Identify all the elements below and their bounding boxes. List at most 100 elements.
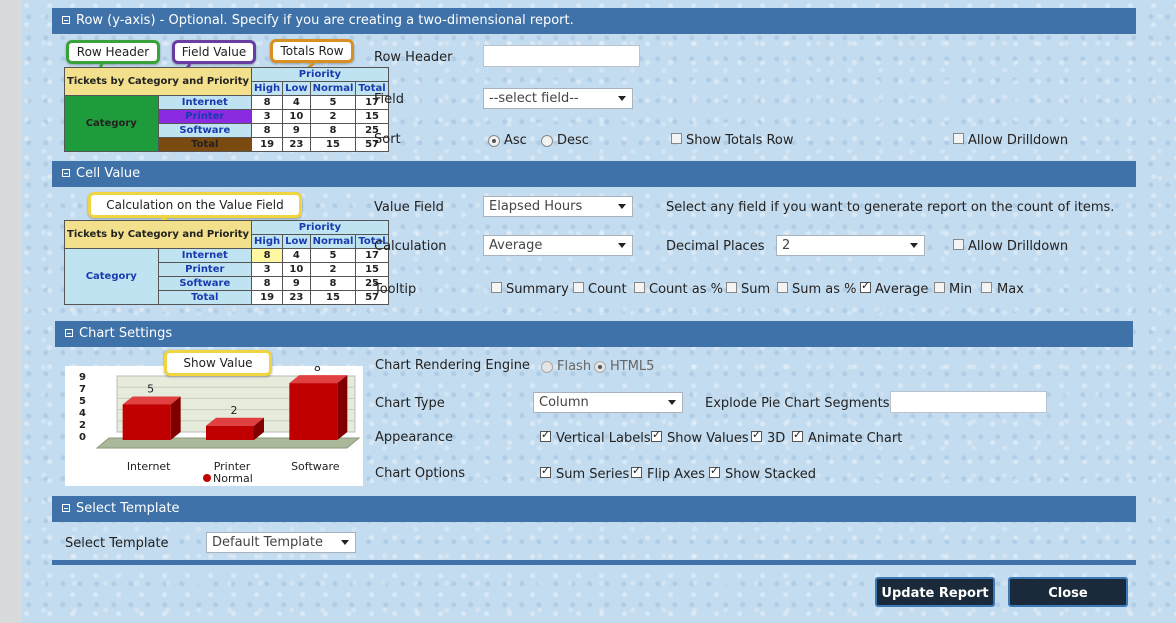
chart-options-label: Chart Options xyxy=(375,466,466,481)
show-stacked-label: Show Stacked xyxy=(725,467,816,482)
tooltip-max-label: Max xyxy=(997,282,1024,297)
section-divider xyxy=(52,560,1136,565)
cell-example-table: Tickets by Category and Priority Priorit… xyxy=(63,220,389,305)
template-section-header[interactable]: Select Template xyxy=(52,496,1136,522)
tooltip-label: Tooltip xyxy=(374,282,417,297)
row-header-input[interactable] xyxy=(483,45,640,67)
explode-pie-label: Explode Pie Chart Segments xyxy=(705,396,890,411)
bar-top xyxy=(122,396,181,405)
engine-flash-label: Flash xyxy=(557,359,592,374)
legend-label: Normal xyxy=(213,472,253,485)
bar xyxy=(289,383,338,440)
tooltip-sum-pct-checkbox[interactable] xyxy=(777,282,788,293)
flip-axes-label: Flip Axes xyxy=(647,467,706,482)
tooltip-summary-checkbox[interactable] xyxy=(491,282,502,293)
tooltip-sum-checkbox[interactable] xyxy=(726,282,737,293)
tooltip-min-checkbox[interactable] xyxy=(934,282,945,293)
chevron-down-icon xyxy=(618,243,626,248)
tooltip-max-checkbox[interactable] xyxy=(981,282,992,293)
x-tick-label: Internet xyxy=(127,460,171,473)
y-tick-label: 9 xyxy=(79,372,86,383)
chevron-down-icon xyxy=(341,540,349,545)
engine-flash-radio[interactable] xyxy=(541,361,553,373)
show-totals-checkbox[interactable] xyxy=(671,133,682,144)
bar-top xyxy=(206,417,264,426)
sum-series-checkbox[interactable] xyxy=(540,464,551,478)
bar-side xyxy=(337,375,348,440)
chevron-down-icon xyxy=(668,400,676,405)
engine-html5-radio[interactable] xyxy=(594,361,606,373)
chevron-down-icon xyxy=(618,204,626,209)
data-label: 2 xyxy=(231,404,238,417)
y-tick-label: 7 xyxy=(79,384,86,395)
tooltip-count-label: Count xyxy=(588,282,627,297)
y-tick-label: 4 xyxy=(79,408,86,419)
report-settings-page: Row (y-axis) - Optional. Specify if you … xyxy=(22,0,1176,623)
bar-top xyxy=(289,375,348,384)
value-field-hint: Select any field if you want to generate… xyxy=(666,200,1115,215)
cell-drilldown-label: Allow Drilldown xyxy=(968,239,1069,254)
tooltip-count-pct-label: Count as % xyxy=(649,282,723,297)
show-totals-label: Show Totals Row xyxy=(686,133,794,148)
tooltip-average-label: Average xyxy=(875,282,929,297)
bar xyxy=(122,404,171,440)
flip-axes-checkbox[interactable] xyxy=(631,464,642,478)
tooltip-sum-pct-label: Sum as % xyxy=(792,282,857,297)
collapse-icon[interactable] xyxy=(62,504,70,512)
sum-series-label: Sum Series xyxy=(556,467,630,482)
explode-pie-input[interactable] xyxy=(890,391,1047,413)
chart-type-label: Chart Type xyxy=(375,396,445,411)
value-field-select[interactable]: Elapsed Hours xyxy=(483,196,633,217)
animate-chart-label: Animate Chart xyxy=(808,431,903,446)
select-template-label: Select Template xyxy=(65,536,169,551)
legend-marker xyxy=(203,474,211,482)
callout-show-value: Show Value xyxy=(164,350,272,376)
show-values-label: Show Values xyxy=(667,431,749,446)
chevron-down-icon xyxy=(618,96,626,101)
tooltip-count-checkbox[interactable] xyxy=(573,282,584,293)
data-label: 5 xyxy=(147,382,154,395)
tooltip-count-pct-checkbox[interactable] xyxy=(634,282,645,293)
vertical-labels-checkbox[interactable] xyxy=(540,428,551,442)
tooltip-summary-label: Summary xyxy=(506,282,569,297)
preview-chart-svg: 9754205Internet2Printer8SoftwareNormal xyxy=(79,361,361,485)
template-select[interactable]: Default Template xyxy=(206,532,356,553)
y-tick-label: 5 xyxy=(79,396,86,407)
chart-section-title: Chart Settings xyxy=(79,326,173,341)
row-drilldown-label: Allow Drilldown xyxy=(968,133,1069,148)
template-section-title: Select Template xyxy=(76,501,180,516)
animate-chart-checkbox[interactable] xyxy=(792,428,803,442)
sort-asc-radio[interactable] xyxy=(488,135,500,147)
close-button[interactable]: Close xyxy=(1008,577,1128,607)
appearance-label: Appearance xyxy=(375,430,454,445)
sort-asc-label: Asc xyxy=(504,133,527,148)
data-label: 8 xyxy=(314,366,321,374)
y-tick-label: 0 xyxy=(79,432,86,443)
y-tick-label: 2 xyxy=(79,420,86,431)
update-report-button[interactable]: Update Report xyxy=(875,577,995,607)
3d-checkbox[interactable] xyxy=(751,428,762,442)
chart-type-select[interactable]: Column xyxy=(533,392,683,413)
tooltip-average-checkbox[interactable] xyxy=(860,279,871,293)
engine-html5-label: HTML5 xyxy=(610,359,655,374)
value-field-label: Value Field xyxy=(374,200,444,215)
tooltip-sum-label: Sum xyxy=(741,282,771,297)
x-tick-label: Software xyxy=(291,460,340,473)
sort-desc-label: Desc xyxy=(557,133,589,148)
chart-section-header[interactable]: Chart Settings xyxy=(55,321,1133,347)
show-values-checkbox[interactable] xyxy=(651,428,662,442)
bar xyxy=(206,425,254,440)
sort-desc-radio[interactable] xyxy=(541,135,553,147)
field-select[interactable]: --select field-- xyxy=(483,88,633,109)
3d-label: 3D xyxy=(767,431,786,446)
decimal-places-select[interactable]: 2 xyxy=(776,235,925,256)
engine-label: Chart Rendering Engine xyxy=(375,358,530,373)
cell-drilldown-checkbox[interactable] xyxy=(953,239,964,250)
calculation-select[interactable]: Average xyxy=(483,235,633,256)
decimal-places-label: Decimal Places xyxy=(666,239,765,254)
show-stacked-checkbox[interactable] xyxy=(709,464,720,478)
row-drilldown-checkbox[interactable] xyxy=(953,133,964,144)
collapse-icon[interactable] xyxy=(65,329,73,337)
chevron-down-icon xyxy=(910,243,918,248)
tooltip-min-label: Min xyxy=(949,282,973,297)
